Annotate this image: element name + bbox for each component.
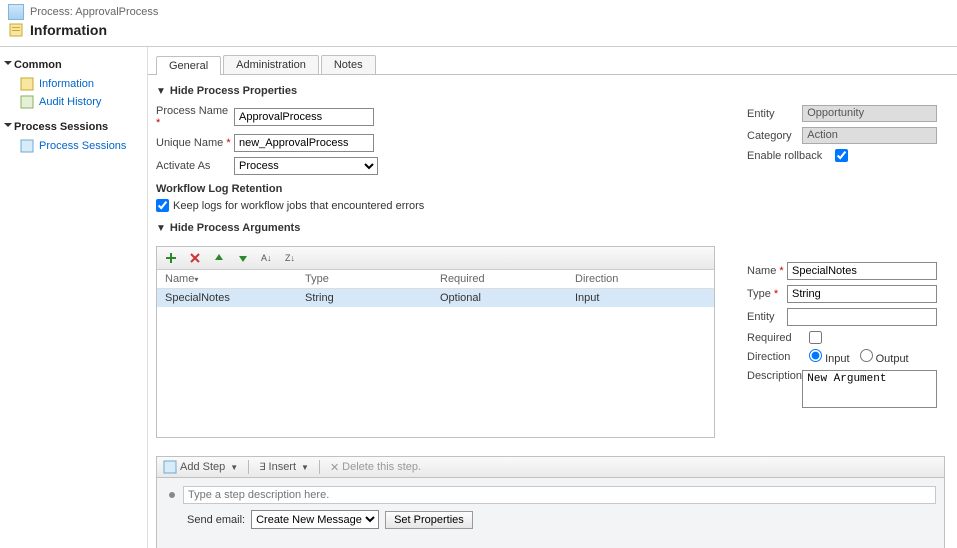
cell-name: SpecialNotes (157, 289, 297, 307)
sidebar-section-sessions[interactable]: Process Sessions (6, 121, 141, 133)
label-arg-description: Description (747, 370, 802, 382)
triangle-down-icon: ▼ (156, 86, 166, 97)
sort-desc-icon[interactable]: Z↓ (283, 250, 299, 266)
delete-step-button[interactable]: ✕ Delete this step. (330, 461, 421, 474)
tab-notes[interactable]: Notes (321, 55, 376, 74)
add-step-button[interactable]: Add Step▼ (163, 460, 238, 474)
steps-section: Add Step▼ ∃ Insert▼ ✕ Delete this step. (156, 456, 945, 548)
label-arg-name: Name * (747, 265, 787, 277)
arg-type-input[interactable] (787, 285, 937, 303)
page-title: Information (30, 22, 107, 38)
set-properties-button[interactable]: Set Properties (385, 511, 473, 529)
label-process-name: Process Name * (156, 105, 234, 129)
radio-input-label[interactable]: Input (809, 349, 850, 365)
add-step-icon (163, 460, 177, 474)
radio-input[interactable] (809, 349, 822, 362)
label-arg-required: Required (747, 332, 809, 344)
sessions-icon (20, 139, 34, 153)
arguments-header: Name▾ Type Required Direction (157, 270, 714, 289)
delete-x-icon: ✕ (330, 461, 339, 474)
arguments-table: A↓ Z↓ Name▾ Type Required Direction (156, 246, 715, 438)
label-arg-direction: Direction (747, 351, 809, 363)
label-arg-entity: Entity (747, 311, 787, 323)
delete-icon[interactable] (187, 250, 203, 266)
col-type[interactable]: Type (297, 270, 432, 288)
svg-text:A↓: A↓ (261, 253, 272, 263)
keep-logs-label: Keep logs for workflow jobs that encount… (173, 200, 424, 212)
process-icon (8, 4, 24, 20)
arg-description-input[interactable]: New Argument (802, 370, 937, 408)
move-down-icon[interactable] (235, 250, 251, 266)
sidebar-item-sessions[interactable]: Process Sessions (6, 137, 141, 155)
sidebar-section-common[interactable]: Common (6, 59, 141, 71)
label-workflow-retention: Workflow Log Retention (156, 183, 727, 195)
sidebar-item-label: Information (39, 78, 94, 90)
tab-strip: General Administration Notes (148, 55, 957, 75)
sidebar-item-label: Process Sessions (39, 140, 126, 152)
cell-required: Optional (432, 289, 567, 307)
audit-icon (20, 95, 34, 109)
info-small-icon (20, 77, 34, 91)
step-bullet-icon (169, 492, 175, 498)
arguments-body-empty (157, 307, 714, 437)
process-name-input[interactable] (234, 108, 374, 126)
label-unique-name: Unique Name * (156, 137, 234, 149)
tab-administration[interactable]: Administration (223, 55, 319, 74)
sidebar: Common Information Audit History Process… (0, 47, 148, 548)
section-process-arguments: ▼ Hide Process Arguments A (156, 222, 957, 438)
process-label: Process: ApprovalProcess (30, 6, 158, 18)
sidebar-item-audit[interactable]: Audit History (6, 93, 141, 111)
svg-text:Z↓: Z↓ (285, 253, 295, 263)
activate-as-select[interactable]: Process (234, 157, 378, 175)
step-description-input[interactable] (183, 486, 936, 504)
toggle-process-arguments[interactable]: ▼ Hide Process Arguments (156, 222, 957, 234)
section-title: Hide Process Properties (170, 85, 297, 97)
toggle-process-properties[interactable]: ▼ Hide Process Properties (156, 85, 957, 97)
label-arg-type: Type * (747, 288, 787, 300)
arguments-toolbar: A↓ Z↓ (157, 247, 714, 270)
category-readonly: Action (802, 127, 937, 144)
col-name[interactable]: Name▾ (157, 270, 297, 288)
steps-toolbar: Add Step▼ ∃ Insert▼ ✕ Delete this step. (156, 456, 945, 478)
send-email-select[interactable]: Create New Message (251, 510, 379, 529)
tab-general[interactable]: General (156, 56, 221, 75)
arg-entity-input[interactable] (787, 308, 937, 326)
step-config: Send email: Create New Message Set Prope… (187, 510, 936, 529)
section-process-properties: ▼ Hide Process Properties Process Name *… (156, 85, 957, 212)
sidebar-item-label: Audit History (39, 96, 101, 108)
rollback-checkbox[interactable] (835, 149, 848, 162)
label-rollback: Enable rollback (747, 150, 835, 162)
col-direction[interactable]: Direction (567, 270, 714, 288)
add-icon[interactable] (163, 250, 179, 266)
label-category: Category (747, 130, 802, 142)
label-activate-as: Activate As (156, 160, 234, 172)
arg-required-checkbox[interactable] (809, 331, 822, 344)
section-title: Hide Process Arguments (170, 222, 300, 234)
move-up-icon[interactable] (211, 250, 227, 266)
arg-name-input[interactable] (787, 262, 937, 280)
label-entity: Entity (747, 108, 802, 120)
page-header: Process: ApprovalProcess Information (0, 0, 957, 47)
step-row[interactable] (165, 486, 936, 504)
sidebar-item-information[interactable]: Information (6, 75, 141, 93)
unique-name-input[interactable] (234, 134, 374, 152)
sort-asc-icon[interactable]: A↓ (259, 250, 275, 266)
insert-icon: ∃ (259, 462, 265, 473)
separator (248, 460, 249, 474)
steps-body: Send email: Create New Message Set Prope… (156, 478, 945, 548)
entity-readonly: Opportunity (802, 105, 937, 122)
radio-output[interactable] (860, 349, 873, 362)
main-area: General Administration Notes ▼ Hide Proc… (148, 47, 957, 548)
keep-logs-checkbox[interactable] (156, 199, 169, 212)
argument-row[interactable]: SpecialNotes String Optional Input (157, 289, 714, 307)
separator (319, 460, 320, 474)
insert-button[interactable]: ∃ Insert▼ (259, 461, 309, 473)
triangle-down-icon: ▼ (156, 223, 166, 234)
send-email-label: Send email: (187, 514, 245, 526)
col-required[interactable]: Required (432, 270, 567, 288)
cell-type: String (297, 289, 432, 307)
cell-direction: Input (567, 289, 714, 307)
radio-output-label[interactable]: Output (860, 349, 909, 365)
info-icon (8, 22, 24, 38)
